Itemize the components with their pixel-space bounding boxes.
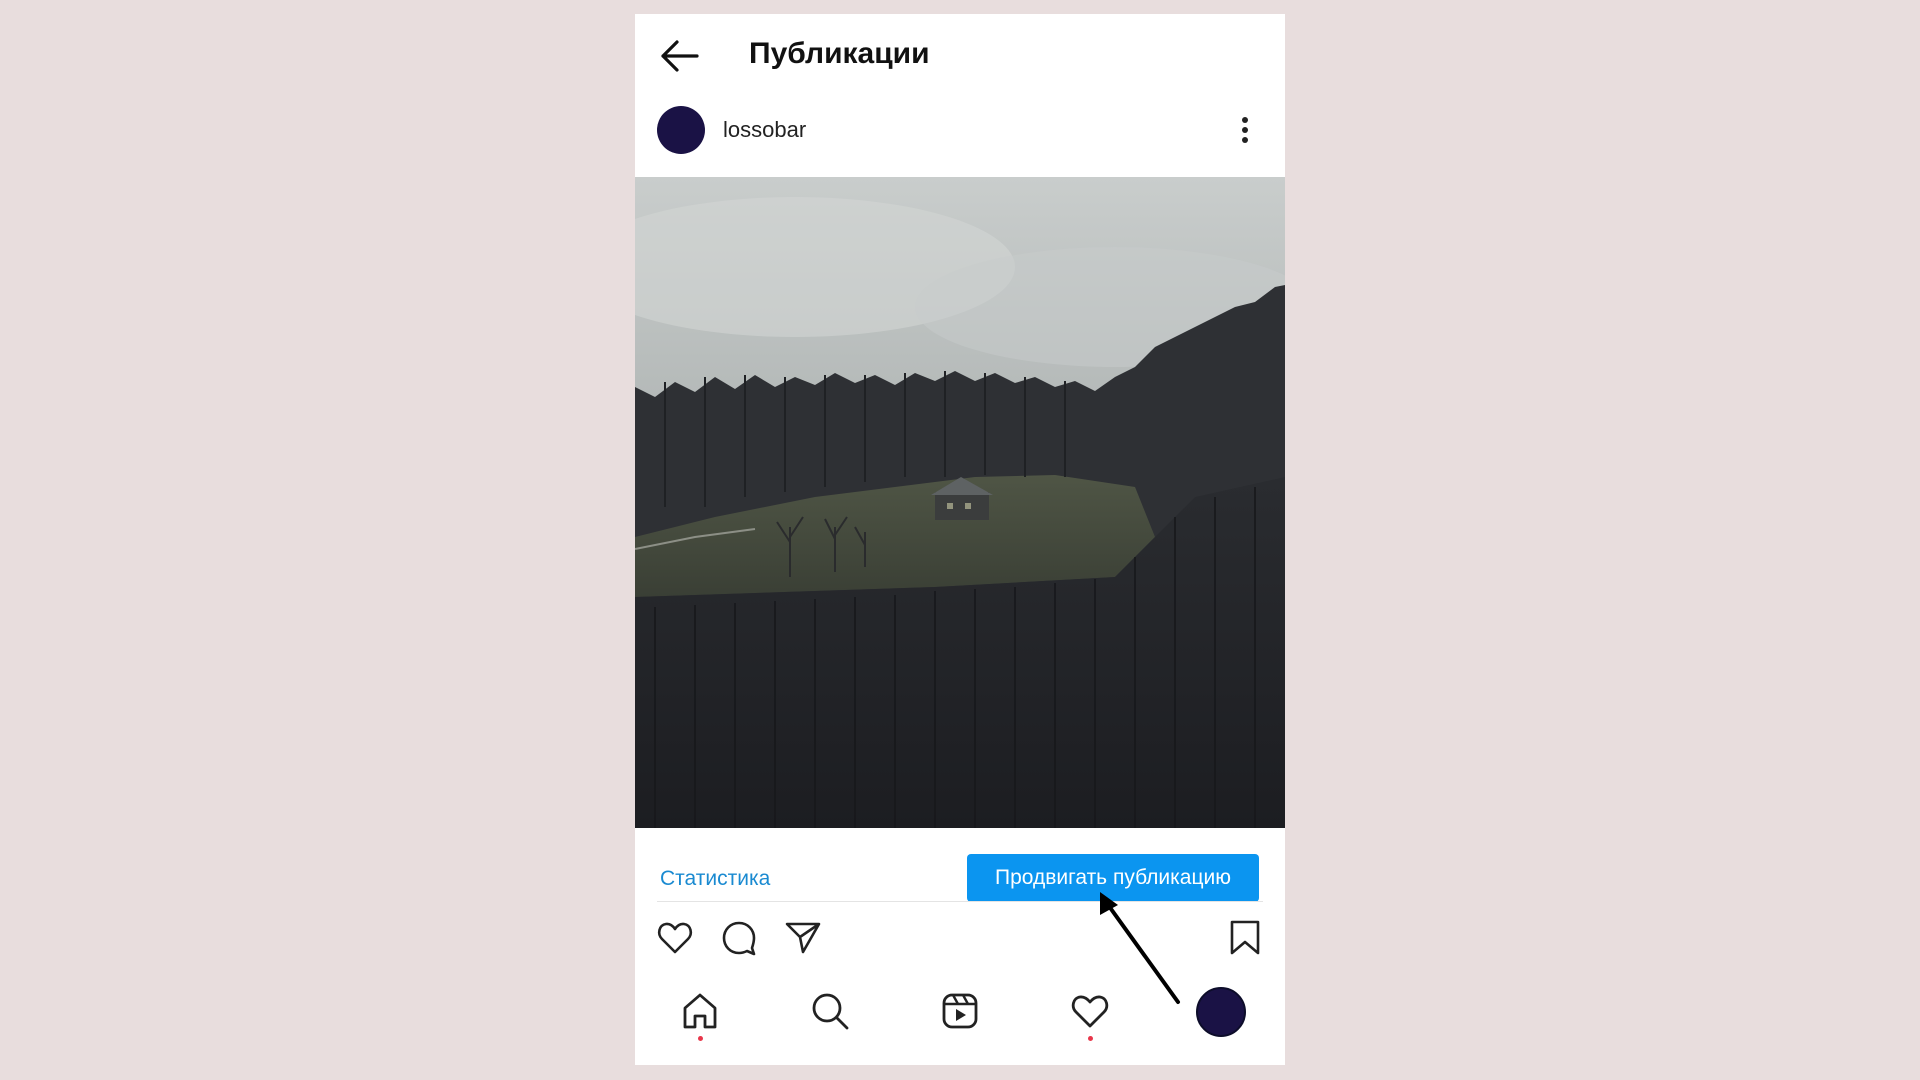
post-photo[interactable] bbox=[635, 177, 1285, 828]
phone-screen: Публикации lossobar Статистика Продвигат… bbox=[635, 14, 1285, 1065]
page-title: Публикации bbox=[749, 37, 930, 70]
promote-post-button[interactable]: Продвигать публикацию bbox=[967, 854, 1259, 902]
nav-reels[interactable] bbox=[939, 990, 981, 1032]
heart-icon bbox=[657, 922, 693, 954]
search-icon bbox=[812, 993, 849, 1030]
divider bbox=[657, 901, 1263, 902]
avatar[interactable] bbox=[657, 106, 705, 154]
arrow-left-icon bbox=[661, 40, 699, 72]
send-icon bbox=[785, 922, 821, 954]
top-bar: Публикации bbox=[635, 14, 1285, 94]
username[interactable]: lossobar bbox=[723, 115, 806, 145]
nav-profile-avatar[interactable] bbox=[1196, 987, 1246, 1037]
like-button[interactable] bbox=[655, 918, 695, 958]
more-options-button[interactable] bbox=[1235, 110, 1255, 150]
nav-home[interactable] bbox=[679, 990, 721, 1032]
comment-button[interactable] bbox=[719, 918, 759, 958]
notification-dot bbox=[1088, 1036, 1093, 1041]
share-button[interactable] bbox=[783, 918, 823, 958]
landscape-photo bbox=[635, 177, 1285, 828]
heart-icon bbox=[1071, 995, 1109, 1028]
save-button[interactable] bbox=[1227, 918, 1263, 958]
back-button[interactable] bbox=[657, 36, 701, 76]
comment-icon bbox=[722, 921, 756, 956]
nav-search[interactable] bbox=[809, 990, 851, 1032]
bookmark-icon bbox=[1230, 920, 1260, 955]
statistics-link[interactable]: Статистика bbox=[660, 866, 770, 892]
more-vertical-icon bbox=[1242, 117, 1248, 143]
reels-icon bbox=[942, 993, 978, 1029]
home-icon bbox=[683, 993, 717, 1029]
notification-dot bbox=[698, 1036, 703, 1041]
nav-activity[interactable] bbox=[1069, 990, 1111, 1032]
